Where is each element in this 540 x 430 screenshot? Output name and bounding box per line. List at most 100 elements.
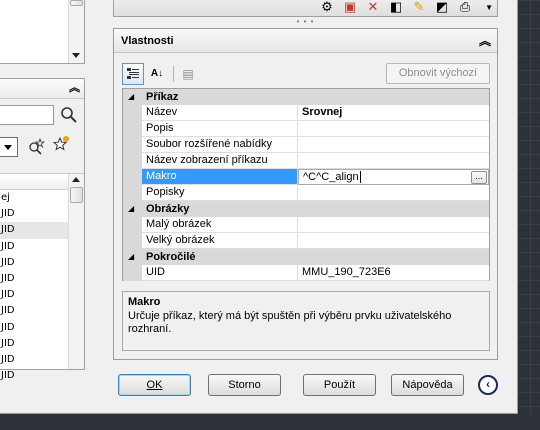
command-list-panel: ︽ ej JID JID JID JID JID JID JID JID JID JID JID (0, 78, 85, 381)
list-item[interactable]: JID (0, 320, 68, 336)
scroll-down-arrow-icon[interactable] (72, 53, 80, 58)
property-value[interactable] (298, 153, 489, 169)
description-text: Určuje příkaz, který má být spuštěn při … (128, 310, 452, 335)
toolbar-button-icon[interactable]: ⎙ (456, 0, 474, 15)
collapse-up-icon[interactable]: ︽ (479, 29, 491, 53)
info-arrow-icon[interactable]: ‹ (478, 375, 498, 395)
property-row[interactable]: Soubor rozšířené nabídky (123, 137, 489, 153)
command-search-input[interactable] (0, 105, 54, 125)
list-item[interactable]: JID (0, 336, 68, 352)
cancel-button[interactable]: Storno (208, 374, 281, 396)
command-filter-dropdown[interactable] (0, 137, 18, 157)
command-list-header: ︽ (0, 79, 84, 99)
list-item[interactable]: JID (0, 271, 68, 287)
alphabetical-sort-icon[interactable]: A↓ (146, 63, 168, 85)
collapse-triangle-icon[interactable]: ◢ (128, 201, 134, 217)
new-command-star-icon[interactable] (52, 135, 70, 153)
property-row[interactable]: Popis (123, 121, 489, 137)
command-list-scroll-thumb[interactable] (70, 187, 83, 203)
list-item[interactable]: JID (0, 352, 68, 368)
command-list[interactable]: ej JID JID JID JID JID JID JID JID JID JID JID (0, 173, 84, 381)
property-grid[interactable]: ◢ Příkaz Název Srovnej Popis Soubor rozšířené… (122, 88, 490, 281)
property-name: Název (142, 105, 298, 121)
property-row[interactable]: UID MMU_190_723E6 (123, 265, 489, 281)
list-item[interactable]: JID (0, 303, 68, 319)
property-category[interactable]: ◢ Pokročilé (123, 249, 489, 265)
property-value[interactable] (298, 233, 489, 249)
list-item[interactable]: JID (0, 255, 68, 271)
property-value[interactable]: Srovnej (298, 105, 489, 121)
property-value[interactable] (298, 121, 489, 137)
toolbar-button-icon[interactable]: ⚙ (318, 0, 336, 15)
property-grid-toolbar: A↓ ▤ Obnovit výchozí (122, 63, 490, 85)
tree-scrollbar[interactable] (68, 0, 84, 63)
row-gutter (123, 137, 142, 153)
property-value-text: MMU_190_723E6 (302, 266, 391, 278)
property-name: Makro (142, 169, 298, 185)
list-item[interactable]: JID (0, 287, 68, 303)
property-row[interactable]: Název Srovnej (123, 105, 489, 121)
ok-button-label: OK (146, 379, 163, 391)
macro-edit-ellipsis-button[interactable]: ... (471, 171, 487, 184)
help-button[interactable]: Nápověda (391, 374, 464, 396)
row-gutter (123, 121, 142, 137)
collapse-triangle-icon[interactable]: ◢ (128, 249, 134, 265)
ok-button[interactable]: OK (118, 374, 191, 396)
list-item[interactable]: JID (0, 206, 68, 222)
property-value-text: Srovnej (302, 106, 343, 118)
property-category[interactable]: ◢ Obrázky (123, 201, 489, 217)
property-pages-icon[interactable]: ▤ (177, 63, 199, 85)
row-gutter (123, 265, 142, 281)
list-item[interactable]: ej (0, 190, 68, 206)
command-list-column-header (0, 174, 68, 190)
property-row[interactable]: Velký obrázek (123, 233, 489, 249)
list-item[interactable]: JID (0, 368, 68, 384)
property-value[interactable]: ^C^C_align... (298, 169, 489, 185)
text-caret (359, 171, 361, 184)
toolbar-separator (173, 66, 174, 82)
collapse-triangle-icon[interactable]: ◢ (128, 89, 134, 105)
property-name: Velký obrázek (142, 233, 298, 249)
toolbar-button-icon[interactable]: ◧ (387, 0, 405, 15)
canvas-bottom-strip (0, 414, 540, 430)
toolbar-button-icon[interactable]: ✕ (364, 0, 382, 15)
properties-panel-header: Vlastnosti ︽ (114, 29, 497, 53)
property-name: UID (142, 265, 298, 281)
property-category-label: Příkaz (146, 91, 179, 103)
find-star-icon[interactable] (27, 137, 45, 155)
apply-button-label: Použít (323, 379, 356, 391)
description-title: Makro (128, 296, 161, 308)
list-item[interactable]: JID (0, 222, 68, 239)
toolbar-button-icon[interactable]: ▣ (341, 0, 359, 15)
panel-splitter-grip[interactable]: • • • (113, 18, 498, 26)
property-row[interactable]: Malý obrázek (123, 217, 489, 233)
reset-default-button[interactable]: Obnovit výchozí (386, 63, 490, 84)
toolbar-overflow-icon[interactable]: ▼ (485, 3, 493, 12)
row-gutter (123, 105, 142, 121)
categorized-view-icon[interactable] (122, 63, 144, 85)
property-name: Název zobrazení příkazu (142, 153, 298, 169)
property-value[interactable] (298, 137, 489, 153)
toolbar-button-icon[interactable]: ✎ (410, 0, 428, 15)
scroll-up-arrow-icon[interactable] (72, 177, 80, 182)
row-gutter (123, 185, 142, 201)
property-name: Popisky (142, 185, 298, 201)
property-row[interactable]: Název zobrazení příkazu (123, 153, 489, 169)
property-value[interactable] (298, 217, 489, 233)
row-gutter (123, 153, 142, 169)
row-gutter (123, 217, 142, 233)
list-item[interactable]: JID (0, 239, 68, 255)
property-value[interactable] (298, 185, 489, 201)
search-icon[interactable] (60, 106, 78, 124)
tree-scroll-thumb[interactable] (70, 0, 83, 6)
collapse-up-icon[interactable]: ︽ (69, 83, 80, 94)
toolbar-button-icon[interactable]: ◩ (433, 0, 451, 15)
property-name: Malý obrázek (142, 217, 298, 233)
property-value[interactable]: MMU_190_723E6 (298, 265, 489, 281)
property-category[interactable]: ◢ Příkaz (123, 89, 489, 105)
property-row[interactable]: Makro ^C^C_align... (123, 169, 489, 185)
command-list-scrollbar[interactable] (68, 174, 84, 369)
property-row[interactable]: Popisky (123, 185, 489, 201)
command-tree-panel[interactable] (0, 0, 85, 64)
apply-button[interactable]: Použít (303, 374, 376, 396)
